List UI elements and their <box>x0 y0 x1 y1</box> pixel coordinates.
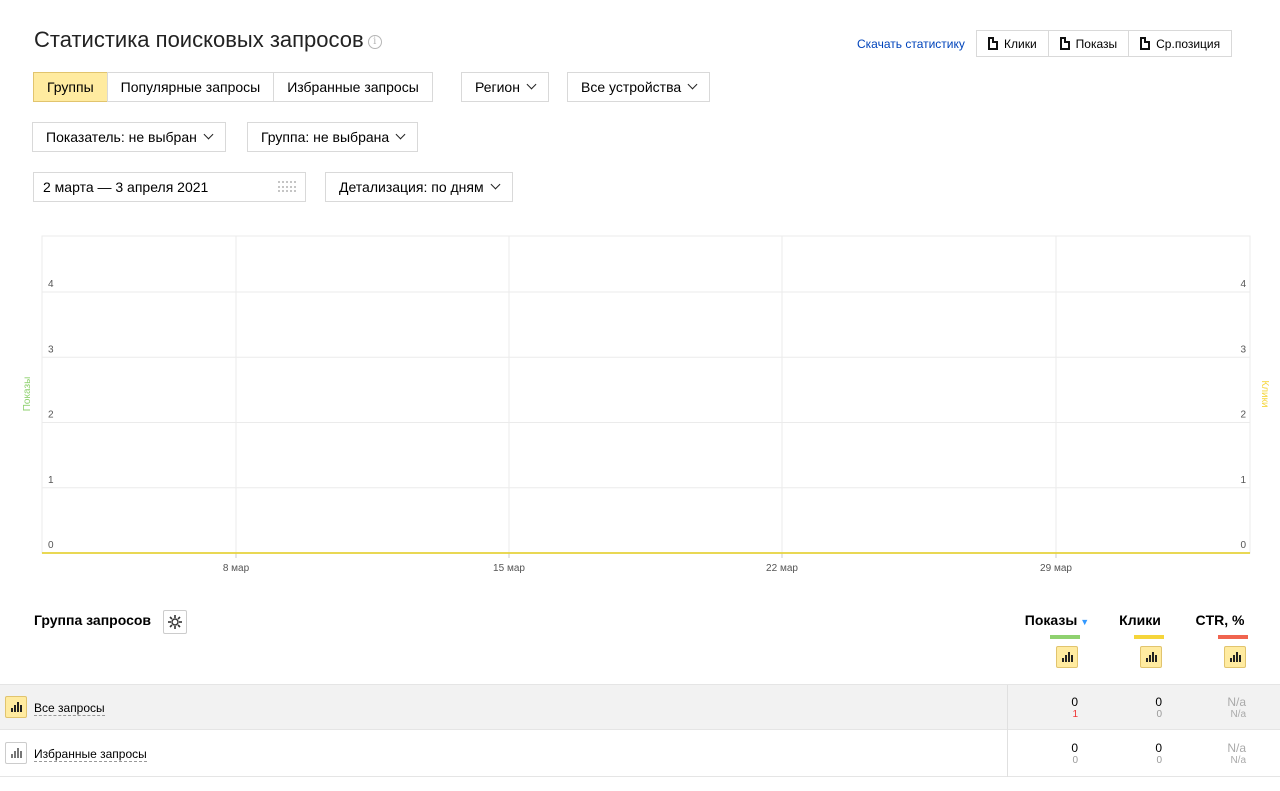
shows-value: 0 <box>1071 695 1078 709</box>
shows-delta: 0 <box>1072 755 1078 766</box>
export-shows-label: Показы <box>1075 36 1118 51</box>
export-clicks-label: Клики <box>1004 36 1037 51</box>
group-dropdown-label: Группа: не выбрана <box>261 129 390 145</box>
x-tick-label: 8 мар <box>223 563 250 574</box>
y-tick-label-left: 4 <box>48 279 54 290</box>
date-range-input[interactable]: 2 марта — 3 апреля 2021 <box>33 172 306 202</box>
y-tick-label-left: 3 <box>48 344 54 355</box>
clicks-value: 0 <box>1155 741 1162 755</box>
y-tick-label-right: 4 <box>1240 279 1246 290</box>
download-stats-link[interactable]: Скачать статистику <box>857 37 965 51</box>
page-title-text: Статистика поисковых запросов <box>34 27 364 52</box>
view-tabs: Группы Популярные запросы Избранные запр… <box>33 72 433 102</box>
devices-dropdown-label: Все устройства <box>581 79 682 95</box>
metric-dropdown[interactable]: Показатель: не выбран <box>32 122 226 152</box>
x-tick-label: 29 мар <box>1040 563 1072 574</box>
shows-color-bar <box>1050 635 1080 639</box>
stats-chart: Показы Клики 0 0 1 1 2 2 3 3 4 4 8 мар 15 мар 22 мар… <box>22 235 1270 574</box>
ctr-value: N/a <box>1227 741 1246 755</box>
y-tick-label-right: 1 <box>1240 475 1246 486</box>
devices-dropdown[interactable]: Все устройства <box>567 72 711 102</box>
chevron-down-icon <box>526 79 537 90</box>
ctr-color-bar <box>1218 635 1248 639</box>
y-tick-label-right: 2 <box>1240 410 1246 421</box>
ctr-value: N/a <box>1227 695 1246 709</box>
shows-value: 0 <box>1071 741 1078 755</box>
table-row: Избранные запросы 0 0 0 0 N/a N/a <box>0 731 1280 777</box>
y-tick-label-right: 0 <box>1240 540 1246 551</box>
calendar-icon[interactable] <box>278 181 296 193</box>
metric-dropdown-label: Показатель: не выбран <box>46 129 197 145</box>
ctr-delta: N/a <box>1230 709 1246 720</box>
info-icon[interactable]: i <box>367 35 382 49</box>
export-shows-button[interactable]: Показы <box>1047 30 1130 57</box>
page-title: Статистика поисковых запросов i <box>34 27 382 53</box>
clicks-value: 0 <box>1155 695 1162 709</box>
export-position-button[interactable]: Ср.позиция <box>1128 30 1233 57</box>
document-icon <box>1059 37 1070 50</box>
row-divider <box>1007 731 1008 777</box>
region-dropdown[interactable]: Регион <box>461 72 549 102</box>
row-chart-toggle[interactable] <box>5 696 27 718</box>
chart-frame <box>41 235 1251 554</box>
tab-groups[interactable]: Группы <box>33 72 108 102</box>
tab-favorite-queries[interactable]: Избранные запросы <box>273 72 433 102</box>
settings-button[interactable] <box>163 610 187 634</box>
document-icon <box>988 37 998 50</box>
shows-delta: 1 <box>1072 709 1078 720</box>
y-axis-label-left: Показы <box>22 377 33 412</box>
export-clicks-button[interactable]: Клики <box>976 30 1049 57</box>
ctr-delta: N/a <box>1230 755 1246 766</box>
y-axis-label-right: Клики <box>1259 380 1270 407</box>
chevron-down-icon <box>490 179 501 190</box>
clicks-chart-toggle[interactable] <box>1140 646 1162 668</box>
export-position-label: Ср.позиция <box>1156 36 1221 51</box>
row-label-all-queries[interactable]: Все запросы <box>34 701 105 716</box>
clicks-delta: 0 <box>1156 709 1162 720</box>
row-divider <box>1007 685 1008 731</box>
clicks-delta: 0 <box>1156 755 1162 766</box>
column-header-clicks[interactable]: Клики <box>1112 612 1168 628</box>
query-group-header: Группа запросов <box>34 612 152 628</box>
group-dropdown[interactable]: Группа: не выбрана <box>247 122 419 152</box>
y-tick-label-left: 2 <box>48 410 54 421</box>
row-chart-toggle[interactable] <box>5 742 27 764</box>
y-tick-label-right: 3 <box>1240 344 1246 355</box>
column-header-shows[interactable]: Показы ▼ <box>1022 612 1092 628</box>
table-row: Все запросы 0 1 0 0 N/a N/a <box>0 684 1280 731</box>
chevron-down-icon <box>687 79 698 90</box>
gear-icon <box>168 615 182 629</box>
column-header-ctr[interactable]: CTR, % <box>1190 612 1250 628</box>
export-button-group: Клики Показы Ср.позиция <box>976 30 1233 57</box>
document-icon <box>1140 37 1151 50</box>
x-tick-label: 22 мар <box>766 563 798 574</box>
y-tick-label-left: 1 <box>48 475 54 486</box>
row-label-favorite-queries[interactable]: Избранные запросы <box>34 747 147 762</box>
date-range-value: 2 марта — 3 апреля 2021 <box>43 179 209 195</box>
chevron-down-icon <box>395 129 406 140</box>
shows-chart-toggle[interactable] <box>1056 646 1078 668</box>
tab-popular-queries[interactable]: Популярные запросы <box>106 72 275 102</box>
region-dropdown-label: Регион <box>475 79 520 95</box>
y-tick-label-left: 0 <box>48 540 54 551</box>
ctr-chart-toggle[interactable] <box>1224 646 1246 668</box>
x-tick-label: 15 мар <box>493 563 525 574</box>
column-shows-label: Показы <box>1024 612 1078 628</box>
detail-dropdown-label: Детализация: по дням <box>339 179 484 195</box>
clicks-color-bar <box>1134 635 1164 639</box>
sort-desc-icon: ▼ <box>1080 617 1090 627</box>
chevron-down-icon <box>203 129 214 140</box>
detail-dropdown[interactable]: Детализация: по дням <box>325 172 513 202</box>
